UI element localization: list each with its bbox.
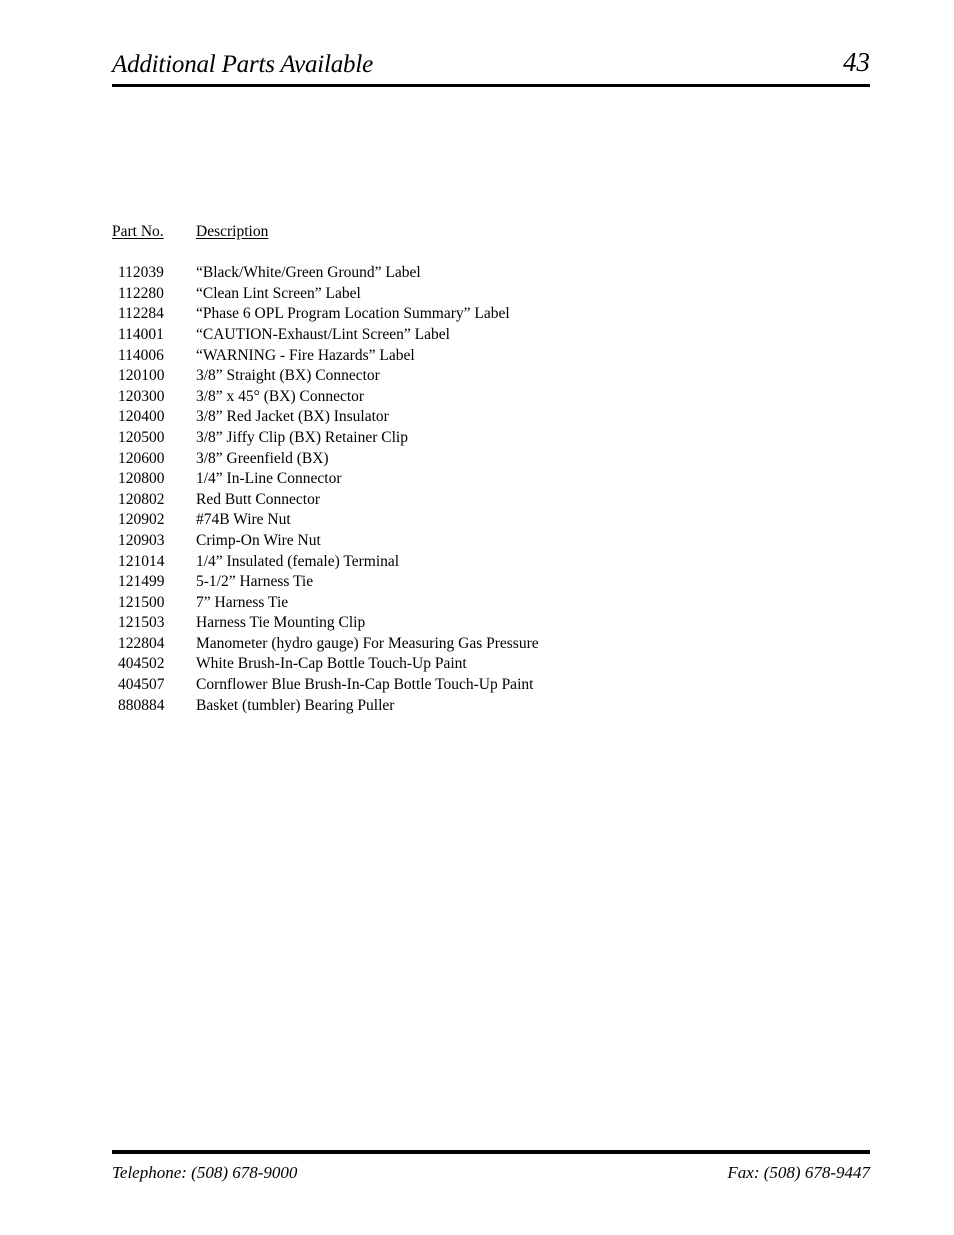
description-cell: “CAUTION-Exhaust/Lint Screen” Label <box>196 325 450 343</box>
description-cell: Basket (tumbler) Bearing Puller <box>196 696 395 714</box>
description-cell: White Brush-In-Cap Bottle Touch-Up Paint <box>196 655 467 673</box>
part-number-cell: 121499 <box>118 573 165 591</box>
description-cell: #74B Wire Nut <box>196 511 291 529</box>
description-cell: Manometer (hydro gauge) For Measuring Ga… <box>196 634 539 652</box>
description-cell: 7” Harness Tie <box>196 593 289 611</box>
description-cell: 1/4” In-Line Connector <box>196 470 342 488</box>
part-number-cell: 880884 <box>118 696 165 714</box>
part-number-cell: 120903 <box>118 531 165 549</box>
table-row: 120802 Red Butt Connector <box>112 490 539 511</box>
description-cell: Harness Tie Mounting Clip <box>196 614 366 632</box>
part-number-cell: 404502 <box>118 655 165 673</box>
part-number-cell: 120100 <box>118 367 165 385</box>
part-number-cell: 122804 <box>118 634 165 652</box>
description-cell: 3/8” Greenfield (BX) <box>196 449 329 467</box>
table-row: 121499 5-1/2” Harness Tie <box>112 572 539 593</box>
description-cell: 3/8” Red Jacket (BX) Insulator <box>196 408 389 426</box>
description-cell: 3/8” Jiffy Clip (BX) Retainer Clip <box>196 428 408 446</box>
table-row: 120400 3/8” Red Jacket (BX) Insulator <box>112 407 539 428</box>
part-number-cell: 121500 <box>118 593 165 611</box>
table-row: 120300 3/8” x 45° (BX) Connector <box>112 387 539 408</box>
description-cell: “WARNING - Fire Hazards” Label <box>196 346 415 364</box>
column-header-part-no: Part No. <box>112 222 196 243</box>
table-row: 120902 #74B Wire Nut <box>112 510 539 531</box>
part-number-cell: 120600 <box>118 449 165 467</box>
column-header-description-label: Description <box>196 223 269 240</box>
part-number-cell: 120500 <box>118 428 165 446</box>
footer-telephone: Telephone: (508) 678-9000 <box>112 1163 298 1182</box>
table-row: 120500 3/8” Jiffy Clip (BX) Retainer Clip <box>112 428 539 449</box>
column-header-description: Description <box>196 222 268 243</box>
description-cell: “Phase 6 OPL Program Location Summary” L… <box>196 305 510 323</box>
table-body: 112039 “Black/White/Green Ground” Label 11… <box>112 263 539 716</box>
table-row: 121503 Harness Tie Mounting Clip <box>112 613 539 634</box>
table-row: 404502 White Brush-In-Cap Bottle Touch-Up… <box>112 654 539 675</box>
header-divider <box>112 84 870 87</box>
part-number-cell: 112284 <box>118 305 164 323</box>
part-number-cell: 121014 <box>118 552 165 570</box>
description-cell: “Black/White/Green Ground” Label <box>196 264 421 282</box>
table-row: 122804 Manometer (hydro gauge) For Measur… <box>112 634 539 655</box>
description-cell: 5-1/2” Harness Tie <box>196 573 314 591</box>
table-row: 121500 7” Harness Tie <box>112 593 539 614</box>
part-number-cell: 120902 <box>118 511 165 529</box>
part-number-cell: 120300 <box>118 387 165 405</box>
table-row: 112280 “Clean Lint Screen” Label <box>112 284 539 305</box>
part-number-cell: 120802 <box>118 490 165 508</box>
description-cell: 3/8” Straight (BX) Connector <box>196 367 380 385</box>
table-row: 112039 “Black/White/Green Ground” Label <box>112 263 539 284</box>
part-number-cell: 112039 <box>118 264 164 282</box>
footer-divider <box>112 1150 870 1154</box>
page-title: Additional Parts Available <box>112 51 373 78</box>
part-number-cell: 120800 <box>118 470 165 488</box>
table-header: Part No. Description <box>112 222 539 243</box>
table-row: 121014 1/4” Insulated (female) Terminal <box>112 552 539 573</box>
table-row: 120600 3/8” Greenfield (BX) <box>112 449 539 470</box>
description-cell: Cornflower Blue Brush-In-Cap Bottle Touc… <box>196 676 534 694</box>
part-number-cell: 114006 <box>118 346 164 364</box>
table-row: 120903 Crimp-On Wire Nut <box>112 531 539 552</box>
parts-table: Part No. Description 112039 “Black/White/… <box>112 222 539 716</box>
table-row: 404507 Cornflower Blue Brush-In-Cap Bottl… <box>112 675 539 696</box>
footer-fax: Fax: (508) 678-9447 <box>727 1163 870 1182</box>
column-header-part-no-label: Part No. <box>112 223 164 240</box>
description-cell: Red Butt Connector <box>196 490 320 508</box>
table-row: 880884 Basket (tumbler) Bearing Puller <box>112 696 539 717</box>
table-row: 114001 “CAUTION-Exhaust/Lint Screen” Labe… <box>112 325 539 346</box>
description-cell: 1/4” Insulated (female) Terminal <box>196 552 400 570</box>
description-cell: “Clean Lint Screen” Label <box>196 284 361 302</box>
description-cell: Crimp-On Wire Nut <box>196 531 321 549</box>
table-row: 120800 1/4” In-Line Connector <box>112 469 539 490</box>
part-number-cell: 112280 <box>118 284 164 302</box>
part-number-cell: 120400 <box>118 408 165 426</box>
table-row: 112284 “Phase 6 OPL Program Location Summ… <box>112 304 539 325</box>
description-cell: 3/8” x 45° (BX) Connector <box>196 387 365 405</box>
part-number-cell: 404507 <box>118 676 165 694</box>
part-number-cell: 114001 <box>118 325 164 343</box>
part-number-cell: 121503 <box>118 614 165 632</box>
table-row: 114006 “WARNING - Fire Hazards” Label <box>112 346 539 367</box>
table-row: 120100 3/8” Straight (BX) Connector <box>112 366 539 387</box>
page-number: 43 <box>843 47 870 77</box>
